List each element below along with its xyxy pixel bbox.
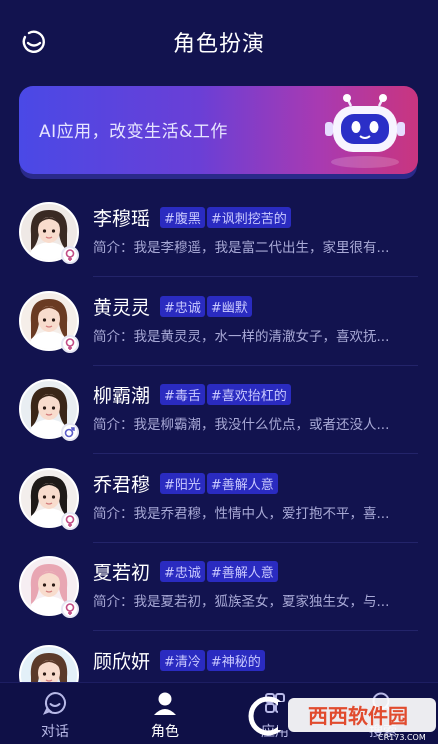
- tag-badge[interactable]: #清冷: [160, 649, 205, 671]
- tag-badge[interactable]: #忠诚: [160, 561, 205, 582]
- page-title: 角色扮演: [172, 32, 265, 57]
- tab-chat[interactable]: 对话: [0, 683, 110, 744]
- character-tags: #阳光 #善解人意: [160, 472, 278, 494]
- tag-badge[interactable]: #腹黑: [160, 207, 205, 228]
- divider: [93, 453, 418, 454]
- tag-badge[interactable]: #幽默: [206, 295, 252, 317]
- divider: [93, 630, 418, 631]
- divider: [93, 364, 418, 366]
- character-row[interactable]: 黄灵灵 #忠诚 #幽默简介：我是黄灵灵，水一样的清澈女子，喜欢抚...: [0, 285, 438, 373]
- male-icon: [61, 423, 79, 441]
- character-row[interactable]: 李穆瑶 #腹黑 #讽刺挖苦的简介：我是李穆遥，我是富二代出生，家里很有...: [0, 196, 438, 284]
- character-description: 简介：我是李穆遥，我是富二代出生，家里很有...: [93, 240, 390, 256]
- character-description: 简介：我是柳霸潮，我没什么优点，或者还没人...: [93, 417, 390, 433]
- promo-banner[interactable]: AI应用，改变生活&工作: [19, 86, 418, 174]
- character-name: 黄灵灵: [93, 296, 151, 319]
- character-tags: #忠诚 #幽默: [160, 295, 252, 317]
- character-name: 乔君穆: [93, 473, 151, 496]
- person-icon: [152, 690, 178, 716]
- tab-search-label: 搜索: [369, 724, 397, 740]
- character-name: 顾欣妍: [93, 650, 151, 673]
- tab-apps[interactable]: 应用: [220, 683, 330, 744]
- character-name: 夏若初: [93, 562, 151, 584]
- tag-badge[interactable]: #神秘的: [206, 649, 265, 671]
- female-icon: [61, 334, 79, 353]
- banner-text: AI应用，改变生活&工作: [39, 122, 228, 142]
- character-description: 简介：我是乔君穆，性情中人，爱打抱不平，喜...: [93, 505, 390, 522]
- app-header: 角色扮演: [0, 0, 438, 84]
- tab-roles[interactable]: 角色: [110, 683, 220, 744]
- female-icon: [61, 511, 79, 530]
- robot-icon: [315, 90, 415, 172]
- apps-icon: [262, 690, 288, 716]
- character-tags: #忠诚 #善解人意: [160, 561, 278, 582]
- tag-badge[interactable]: #讽刺挖苦的: [206, 207, 291, 228]
- tab-roles-label: 角色: [151, 724, 179, 740]
- character-description: 简介：我是夏若初，狐族圣女，夏家独生女，与...: [93, 594, 390, 610]
- divider: [93, 541, 418, 543]
- character-name: 李穆瑶: [93, 208, 151, 230]
- character-description: 简介：我是黄灵灵，水一样的清澈女子，喜欢抚...: [93, 328, 390, 345]
- tag-badge[interactable]: #阳光: [160, 472, 205, 494]
- character-name: 柳霸潮: [93, 385, 151, 407]
- tag-badge[interactable]: #毒舌: [160, 384, 205, 405]
- character-row[interactable]: 柳霸潮 #毒舌 #喜欢抬杠的简介：我是柳霸潮，我没什么优点，或者还没人...: [0, 373, 438, 461]
- character-tags: #腹黑 #讽刺挖苦的: [160, 207, 291, 228]
- chat-icon: [42, 690, 68, 716]
- tab-apps-label: 应用: [261, 724, 289, 740]
- tag-badge[interactable]: #善解人意: [206, 561, 278, 582]
- tab-search[interactable]: 搜索: [328, 683, 438, 744]
- character-row[interactable]: 夏若初 #忠诚 #善解人意简介：我是夏若初，狐族圣女，夏家独生女，与...: [0, 550, 438, 638]
- character-tags: #毒舌 #喜欢抬杠的: [160, 384, 291, 405]
- character-row[interactable]: 乔君穆 #阳光 #善解人意简介：我是乔君穆，性情中人，爱打抱不平，喜...: [0, 462, 438, 550]
- tag-badge[interactable]: #喜欢抬杠的: [206, 384, 291, 405]
- character-tags: #清冷 #神秘的: [160, 649, 265, 671]
- female-icon: [61, 246, 79, 264]
- tag-badge[interactable]: #善解人意: [206, 472, 278, 494]
- female-icon: [61, 600, 79, 618]
- divider: [93, 276, 418, 277]
- bottom-tab-bar: 对话 角色 应用 搜索: [0, 682, 438, 744]
- search-icon: [370, 690, 396, 716]
- tab-chat-label: 对话: [41, 724, 69, 740]
- tag-badge[interactable]: #忠诚: [160, 295, 205, 317]
